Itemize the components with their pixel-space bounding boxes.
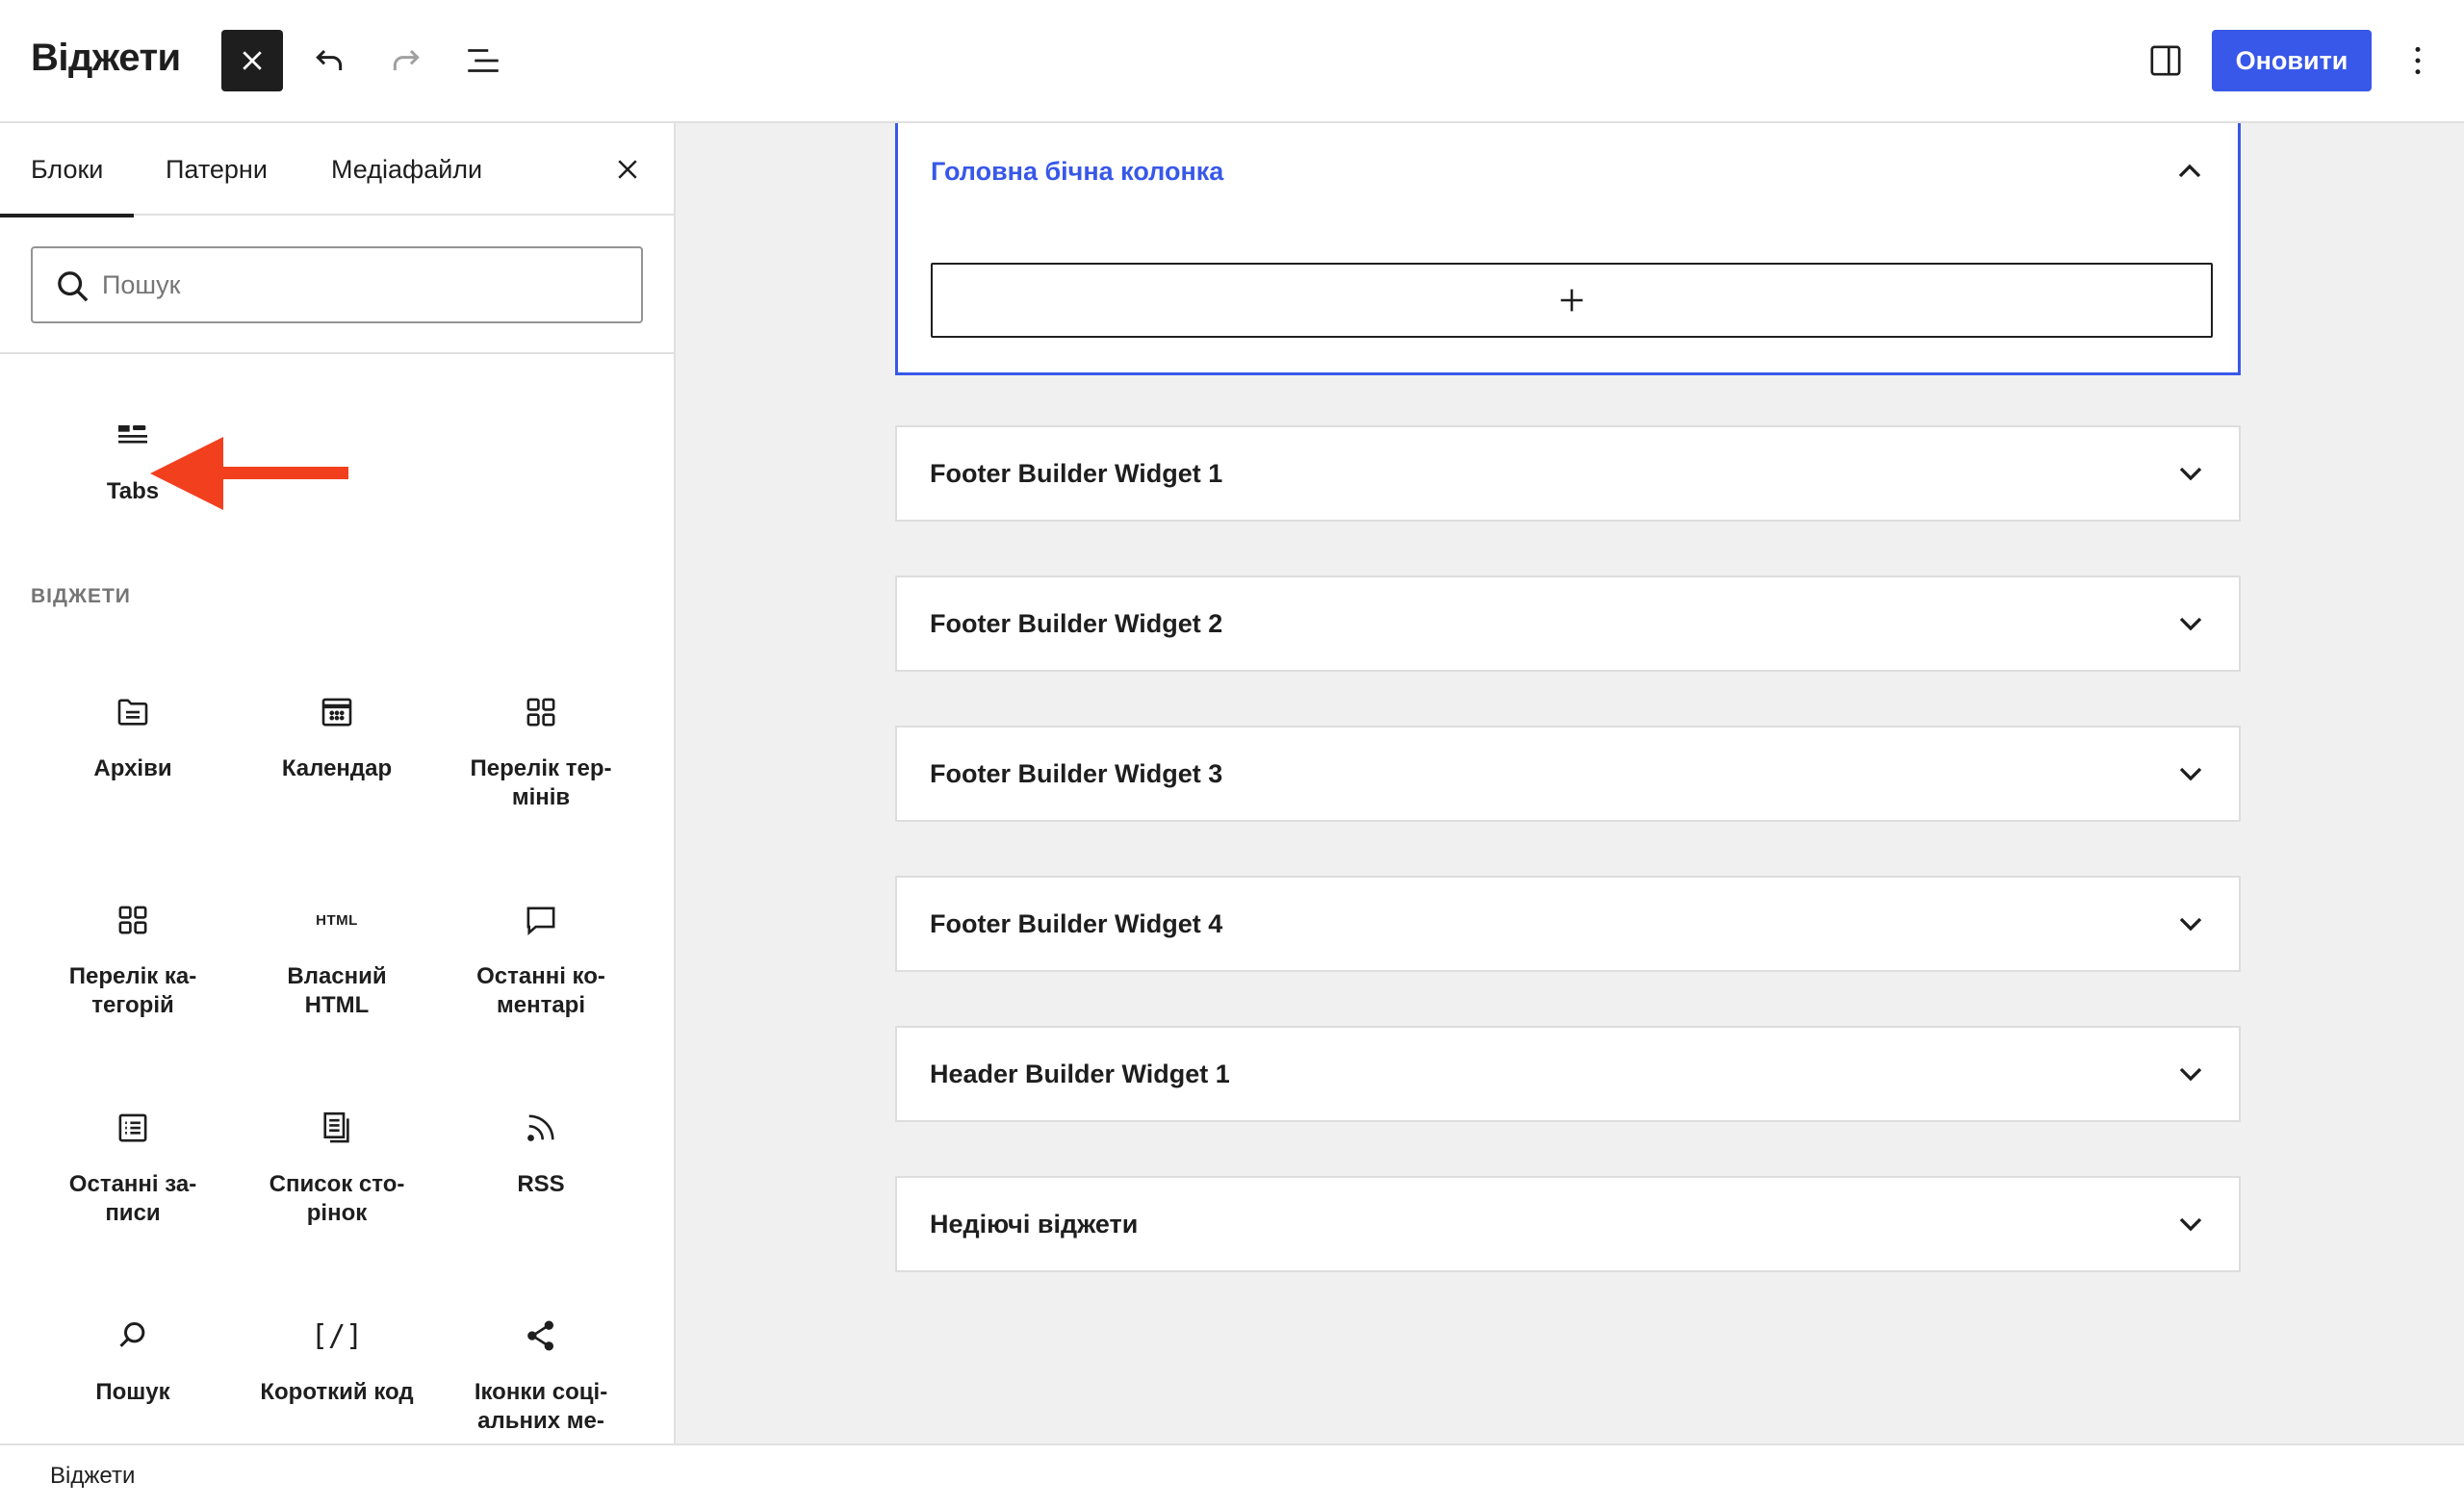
- search-field[interactable]: [31, 246, 643, 323]
- breadcrumb[interactable]: Віджети: [50, 1463, 135, 1490]
- block-label: Власний HTML: [287, 963, 387, 1018]
- block-item-latest-posts[interactable]: Останні за- писи: [31, 1105, 235, 1228]
- calendar-icon: [314, 689, 360, 735]
- tab-blocks[interactable]: Блоки: [0, 123, 135, 217]
- categories-icon: [110, 897, 156, 943]
- widget-area-footer-4[interactable]: Footer Builder Widget 4: [895, 876, 2241, 972]
- rss-icon: [518, 1105, 564, 1151]
- widget-area-footer-1[interactable]: Footer Builder Widget 1: [895, 425, 2241, 522]
- widget-area-header-1[interactable]: Header Builder Widget 1: [895, 1026, 2241, 1122]
- redo-button[interactable]: [375, 30, 437, 91]
- block-item-page-list[interactable]: Список сто- рінок: [235, 1105, 439, 1228]
- block-item-rss[interactable]: RSS: [439, 1105, 643, 1199]
- share-icon: [518, 1313, 564, 1359]
- chevron-down-icon[interactable]: [2171, 754, 2210, 793]
- pages-list-icon: [314, 1105, 360, 1151]
- more-vertical-icon: [2415, 46, 2421, 75]
- undo-icon: [316, 49, 343, 70]
- block-label: RSS: [517, 1171, 565, 1197]
- top-toolbar: Віджети Оновити: [0, 0, 2464, 123]
- sidebar-icon: [2150, 45, 2181, 76]
- plus-icon: [1560, 289, 1583, 312]
- terms-list-icon: [518, 689, 564, 735]
- widget-area-title[interactable]: Footer Builder Widget 3: [930, 728, 1222, 820]
- block-label: Короткий код: [260, 1379, 414, 1405]
- tab-patterns[interactable]: Патерни: [166, 123, 268, 216]
- block-item-categories[interactable]: Перелік ка- тегорій: [31, 897, 235, 1020]
- posts-list-icon: [110, 1105, 156, 1151]
- block-label: Іконки соці- альних ме-: [474, 1379, 608, 1434]
- close-inserter-button[interactable]: [221, 30, 283, 91]
- block-item-shortcode[interactable]: [/] Короткий код: [235, 1313, 439, 1407]
- search-icon: [58, 271, 89, 302]
- block-label: Останні за- писи: [68, 1171, 197, 1226]
- list-view-button[interactable]: [452, 30, 514, 91]
- block-label: Календар: [281, 755, 393, 781]
- chevron-down-icon[interactable]: [2171, 1055, 2210, 1093]
- html-icon: HTML: [314, 897, 360, 943]
- block-item-search[interactable]: Пошук: [31, 1313, 235, 1407]
- chevron-down-icon[interactable]: [2171, 905, 2210, 943]
- html-icon-text: HTML: [316, 911, 358, 929]
- widget-area-inactive[interactable]: Недіючі віджети: [895, 1176, 2241, 1272]
- close-panel-button[interactable]: [597, 139, 658, 200]
- block-item-archives[interactable]: Архіви: [31, 689, 235, 783]
- page-title: Віджети: [31, 37, 181, 79]
- close-icon: [243, 51, 262, 70]
- block-item-latest-comments[interactable]: Останні ко- ментарі: [439, 897, 643, 1020]
- search-icon: [110, 1313, 156, 1359]
- widgets-section-title: ВІДЖЕТИ: [31, 585, 131, 607]
- search-input[interactable]: [102, 248, 622, 321]
- widget-area-title[interactable]: Footer Builder Widget 1: [930, 427, 1222, 520]
- annotation-arrow-icon: [150, 437, 348, 510]
- widget-area-title[interactable]: Header Builder Widget 1: [930, 1028, 1230, 1120]
- options-menu-button[interactable]: [2387, 30, 2449, 91]
- list-view-icon: [468, 49, 499, 72]
- settings-sidebar-toggle[interactable]: [2135, 30, 2196, 91]
- block-item-calendar[interactable]: Календар: [235, 689, 439, 783]
- redo-icon: [393, 49, 420, 70]
- archive-icon: [110, 689, 156, 735]
- undo-button[interactable]: [298, 30, 360, 91]
- chevron-down-icon[interactable]: [2171, 604, 2210, 643]
- shortcode-icon: [/]: [310, 1313, 364, 1359]
- close-icon: [618, 160, 637, 179]
- block-label: Перелік ка- тегорій: [68, 963, 197, 1018]
- block-label: Перелік тер- мінів: [470, 755, 612, 810]
- inserter-tabs: Блоки Патерни Медіафайли: [0, 123, 674, 217]
- widget-area-title[interactable]: Footer Builder Widget 4: [930, 878, 1222, 970]
- block-item-custom-html[interactable]: HTML Власний HTML: [235, 897, 439, 1020]
- widget-area-main-sidebar[interactable]: Головна бічна колонка: [895, 123, 2241, 375]
- chevron-up-icon[interactable]: [2170, 152, 2209, 191]
- chevron-down-icon[interactable]: [2171, 454, 2210, 493]
- widget-area-title[interactable]: Footer Builder Widget 2: [930, 577, 1222, 670]
- shortcode-icon-text: [/]: [310, 1318, 364, 1353]
- widget-area-title[interactable]: Недіючі віджети: [930, 1178, 1138, 1270]
- block-item-social-icons[interactable]: Іконки соці- альних ме-: [439, 1313, 643, 1436]
- block-label: Архіви: [93, 755, 172, 781]
- status-bar: Віджети: [0, 1443, 2464, 1507]
- update-button[interactable]: Оновити: [2212, 30, 2372, 91]
- widget-area-footer-3[interactable]: Footer Builder Widget 3: [895, 726, 2241, 822]
- comment-icon: [518, 897, 564, 943]
- add-block-button[interactable]: [931, 263, 2213, 338]
- widget-area-title[interactable]: Головна бічна колонка: [931, 123, 1223, 219]
- block-label: Список сто- рінок: [269, 1171, 405, 1226]
- tabs-icon: [110, 412, 156, 458]
- chevron-down-icon[interactable]: [2171, 1205, 2210, 1243]
- block-inserter-panel: Блоки Патерни Медіафайли Tabs ВІДЖЕТИ Ар…: [0, 123, 676, 1443]
- tab-media[interactable]: Медіафайли: [331, 123, 482, 216]
- widget-area-footer-2[interactable]: Footer Builder Widget 2: [895, 575, 2241, 672]
- block-item-terms-list[interactable]: Перелік тер- мінів: [439, 689, 643, 812]
- block-label: Останні ко- ментарі: [476, 963, 605, 1018]
- block-label: Пошук: [95, 1379, 170, 1405]
